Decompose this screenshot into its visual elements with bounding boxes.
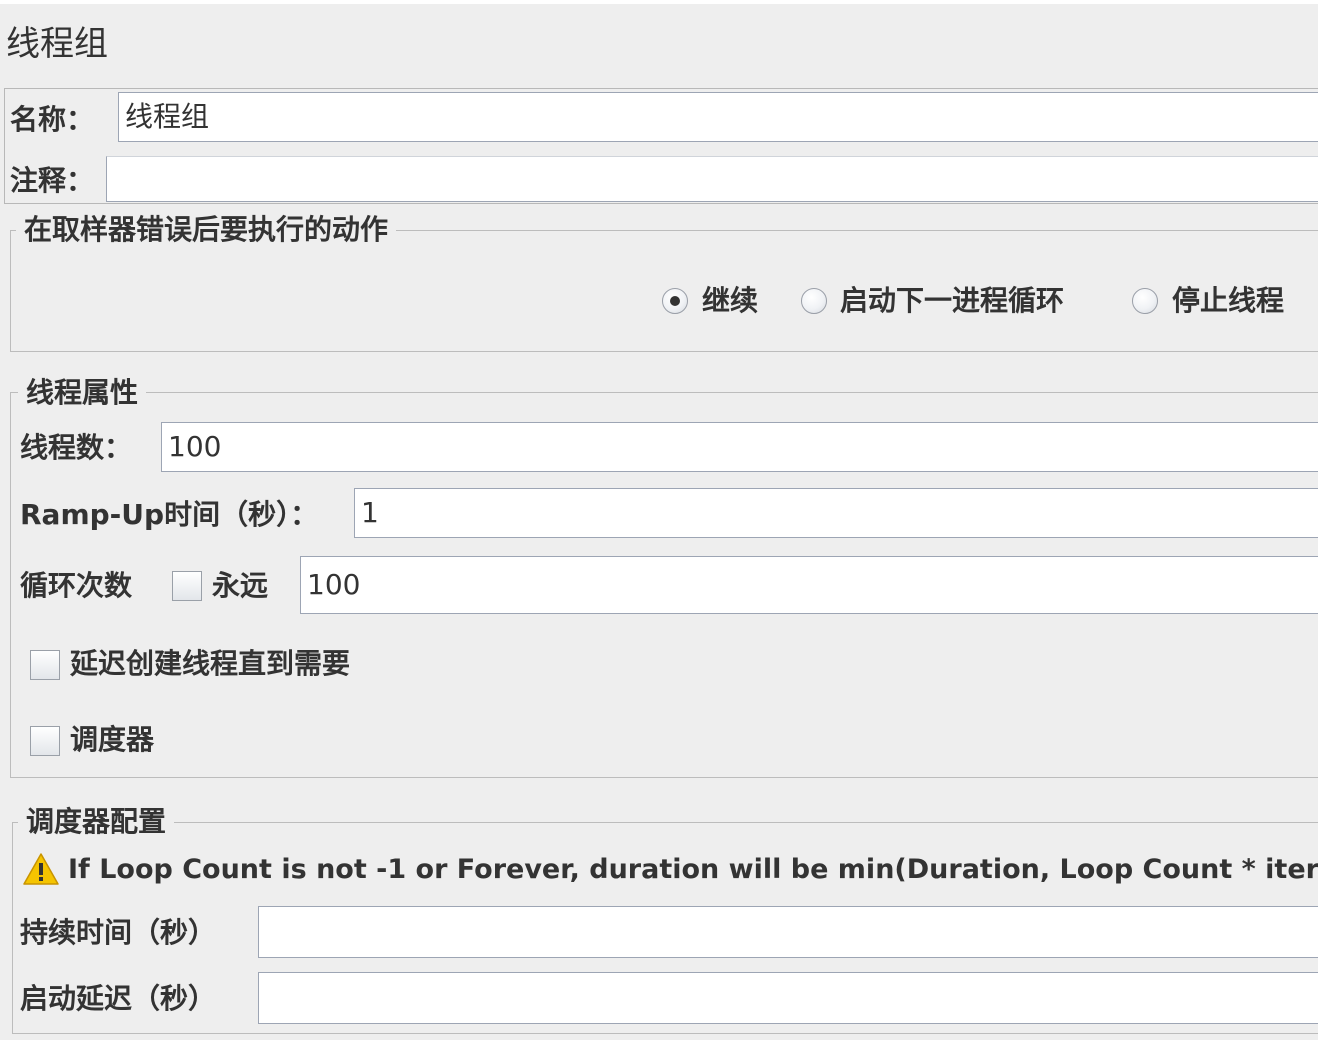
rampup-input[interactable]: 1 [354,488,1318,538]
name-input[interactable]: 线程组 [118,92,1318,142]
next-loop-label[interactable]: 启动下一进程循环 [840,283,1064,319]
stop-thread-label[interactable]: 停止线程 [1172,283,1284,319]
error-action-group [10,230,1318,352]
continue-radio[interactable] [662,288,688,314]
thread-properties-legend: 线程属性 [18,375,147,411]
forever-checkbox[interactable] [172,571,202,601]
comment-label: 注释： [10,164,95,197]
duration-label: 持续时间（秒） [20,916,217,949]
loop-count-label: 循环次数 [20,569,133,602]
top-edge [0,0,1318,4]
continue-label[interactable]: 继续 [702,283,758,319]
threads-input[interactable]: 100 [161,422,1318,472]
delay-thread-label[interactable]: 延迟创建线程直到需要 [70,646,350,682]
scheduler-label[interactable]: 调度器 [70,722,154,758]
next-loop-radio[interactable] [801,288,827,314]
delay-thread-checkbox[interactable] [30,650,60,680]
forever-label[interactable]: 永远 [212,568,268,604]
duration-warning-text: If Loop Count is not -1 or Forever, dura… [68,854,1318,885]
stop-thread-radio[interactable] [1132,288,1158,314]
loop-count-input[interactable]: 100 [300,556,1318,614]
comment-input[interactable] [106,156,1318,202]
duration-input[interactable] [258,906,1318,958]
warning-triangle-icon [23,853,59,885]
startup-delay-input[interactable] [258,972,1318,1024]
rampup-label: Ramp-Up时间（秒）： [20,498,319,531]
name-label: 名称： [10,103,95,136]
startup-delay-label: 启动延迟（秒） [20,982,217,1015]
scheduler-config-legend: 调度器配置 [18,804,175,840]
error-action-legend: 在取样器错误后要执行的动作 [16,212,397,248]
page-title: 线程组 [6,24,108,64]
scheduler-checkbox[interactable] [30,726,60,756]
threads-label: 线程数： [20,431,133,464]
